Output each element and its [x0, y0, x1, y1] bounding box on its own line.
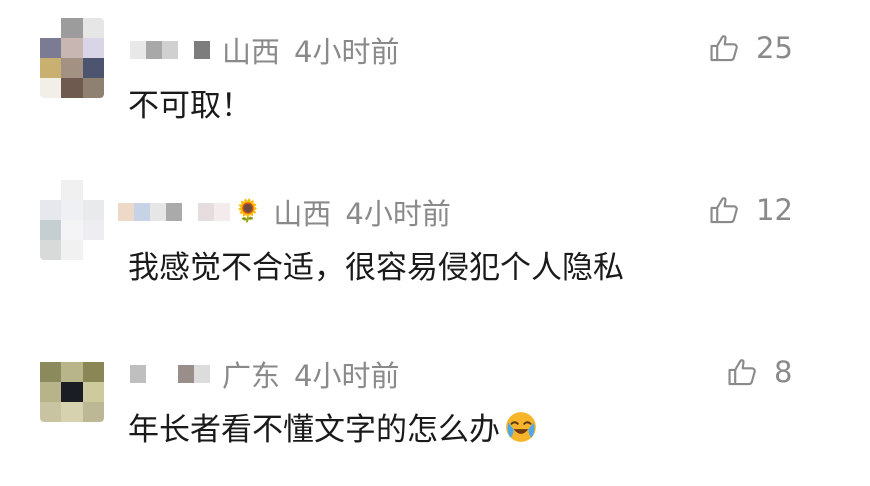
username-mosaic-cell	[150, 203, 166, 221]
username-mosaic-cell	[166, 203, 182, 221]
username-mosaic-cell	[146, 41, 162, 59]
avatar-mosaic-cell	[61, 342, 83, 362]
username-mosaic-cell	[162, 365, 178, 383]
avatar-mosaic-cell	[82, 58, 104, 78]
avatar-mosaic-cell	[61, 180, 83, 200]
avatar-mosaic-cell	[40, 58, 62, 78]
avatar-mosaic-cell	[82, 180, 104, 200]
avatar-mosaic-cell	[40, 362, 62, 382]
thumbs-up-icon	[728, 359, 756, 386]
username-mosaic-cell	[178, 365, 194, 383]
thumbs-up-icon	[710, 35, 738, 62]
comment-meta: 山西 4小时前	[130, 30, 399, 70]
username-mosaic-cell	[118, 203, 134, 221]
avatar[interactable]	[40, 342, 104, 422]
avatar-mosaic-cell	[61, 382, 83, 402]
username-mosaic-cell	[134, 203, 150, 221]
username[interactable]: 🌻	[118, 201, 261, 223]
thumbs-up-icon	[710, 197, 738, 224]
avatar-mosaic-cell	[40, 382, 62, 402]
username-mosaic-cell	[178, 41, 194, 59]
avatar-mosaic-cell	[40, 18, 62, 38]
comment-item-1: 山西 4小时前 不可取！ 25	[0, 0, 870, 160]
comment-text: 我感觉不合适，很容易侵犯个人隐私	[128, 250, 624, 286]
timestamp: 4小时前	[294, 35, 400, 69]
username[interactable]	[130, 41, 210, 59]
timestamp: 4小时前	[345, 197, 451, 231]
avatar-mosaic-cell	[82, 402, 104, 422]
username-mosaic-cell	[146, 365, 162, 383]
crying-face-emoji-icon	[506, 412, 536, 442]
location-label: 山西	[273, 197, 332, 231]
avatar-mosaic-cell	[82, 18, 104, 38]
avatar[interactable]	[40, 180, 104, 260]
username-mosaic-cell	[182, 203, 198, 221]
like-button[interactable]: 12	[708, 190, 793, 230]
avatar-mosaic-cell	[61, 200, 83, 220]
avatar-mosaic-cell	[82, 220, 104, 240]
avatar-mosaic-cell	[82, 38, 104, 58]
avatar-mosaic-cell	[82, 240, 104, 260]
location-label: 山西	[222, 35, 281, 69]
avatar-mosaic-cell	[61, 220, 83, 240]
avatar-mosaic-cell	[40, 240, 62, 260]
timestamp: 4小时前	[294, 359, 400, 393]
comment-item-3: 广东 4小时前 年长者看不懂文字的怎么办 8	[0, 324, 870, 484]
like-button[interactable]: 8	[726, 352, 792, 392]
avatar-mosaic-cell	[61, 402, 83, 422]
username-mosaic-cell	[194, 41, 210, 59]
avatar-mosaic-cell	[61, 58, 83, 78]
username-mosaic-cell	[162, 41, 178, 59]
username-mosaic-cell	[130, 41, 146, 59]
location-label: 广东	[222, 359, 281, 393]
like-button[interactable]: 25	[708, 28, 793, 68]
avatar-mosaic-cell	[82, 200, 104, 220]
username-mosaic-cell	[214, 203, 230, 221]
like-count: 8	[774, 355, 793, 389]
comment-text: 年长者看不懂文字的怎么办	[128, 404, 538, 449]
avatar-mosaic-cell	[82, 342, 104, 362]
username[interactable]	[130, 365, 210, 383]
like-count: 25	[756, 31, 793, 65]
comment-meta: 🌻 山西 4小时前	[118, 192, 451, 232]
sunflower-icon: 🌻	[234, 199, 262, 224]
avatar-mosaic-cell	[61, 38, 83, 58]
like-count: 12	[756, 193, 793, 227]
avatar-mosaic-cell	[61, 362, 83, 382]
avatar-mosaic-cell	[40, 78, 62, 98]
comment-text: 不可取！	[128, 88, 252, 124]
avatar[interactable]	[40, 18, 104, 98]
avatar-mosaic-cell	[61, 18, 83, 38]
username-mosaic-cell	[130, 365, 146, 383]
avatar-mosaic-cell	[82, 78, 104, 98]
avatar-mosaic-cell	[40, 38, 62, 58]
comment-meta: 广东 4小时前	[130, 354, 399, 394]
avatar-mosaic-cell	[40, 220, 62, 240]
avatar-mosaic-cell	[40, 200, 62, 220]
avatar-mosaic-cell	[40, 180, 62, 200]
avatar-mosaic-cell	[61, 240, 83, 260]
comment-text-body: 年长者看不懂文字的怎么办	[128, 412, 500, 448]
username-mosaic-cell	[194, 365, 210, 383]
avatar-mosaic-cell	[40, 402, 62, 422]
avatar-mosaic-cell	[82, 382, 104, 402]
avatar-mosaic-cell	[61, 78, 83, 98]
avatar-mosaic-cell	[82, 362, 104, 382]
username-mosaic-cell	[198, 203, 214, 221]
comment-item-2: 🌻 山西 4小时前 我感觉不合适，很容易侵犯个人隐私 12	[0, 162, 870, 322]
avatar-mosaic-cell	[40, 342, 62, 362]
